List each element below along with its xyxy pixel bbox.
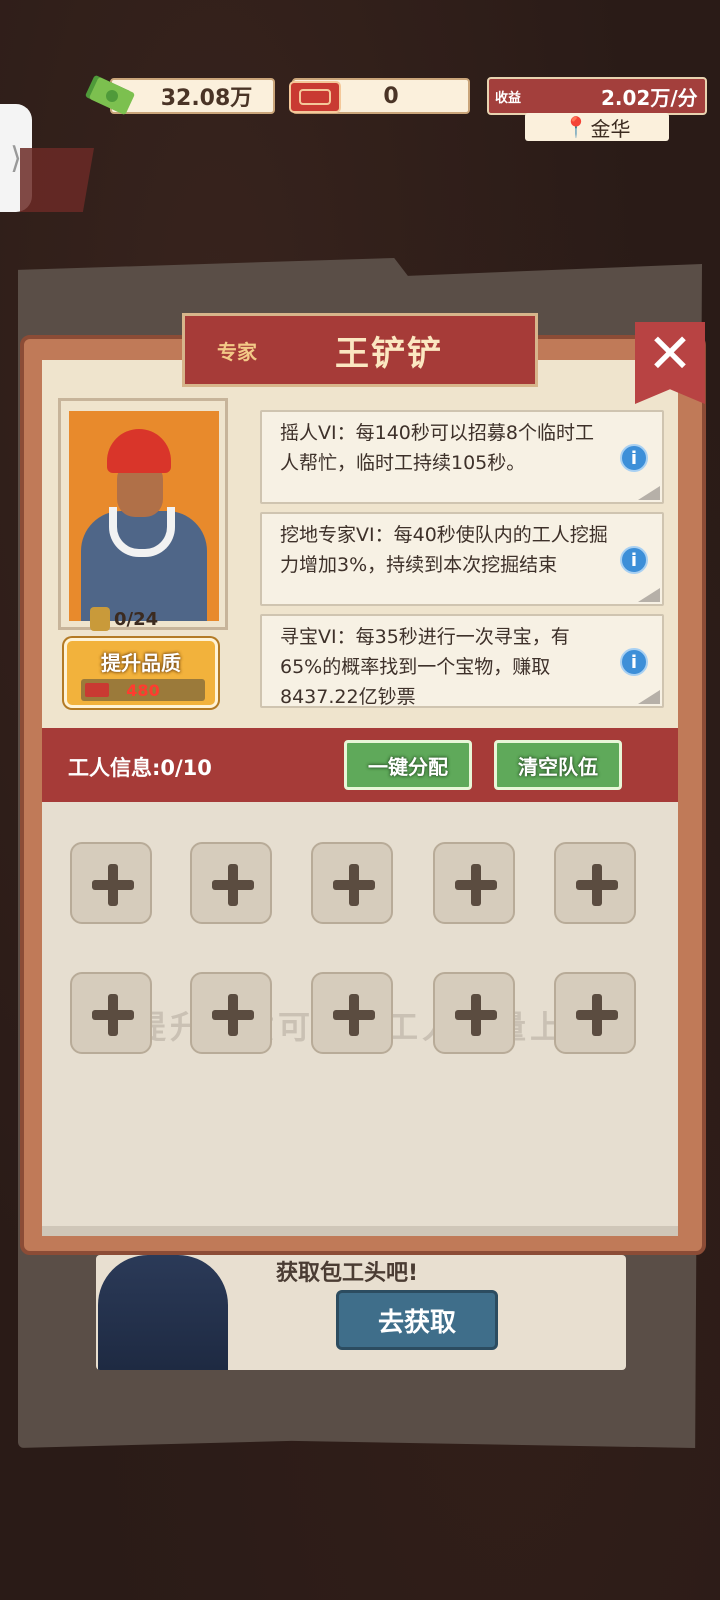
location-badge[interactable]: 📍 金华 <box>525 113 669 141</box>
foreman-illustration <box>98 1255 228 1370</box>
info-icon[interactable]: i <box>620 648 648 676</box>
skill-description: 挖地专家VI：每40秒使队内的工人挖掘力增加3%，持续到本次挖掘结束 <box>280 524 608 576</box>
skill-card: 挖地专家VI：每40秒使队内的工人挖掘力增加3%，持续到本次挖掘结束 i <box>260 512 664 606</box>
income-label: 收益 <box>495 90 522 106</box>
info-icon[interactable]: i <box>620 444 648 472</box>
worker-info-bar: 工人信息:0/10 一键分配 清空队伍 <box>42 728 678 802</box>
page-curl <box>638 486 660 500</box>
skill-description: 摇人VI：每140秒可以招募8个临时工人帮忙，临时工持续105秒。 <box>280 422 594 474</box>
add-worker-slot[interactable] <box>190 842 272 924</box>
income-panel: 收益 2.02万/分 <box>487 77 707 115</box>
add-worker-slot[interactable] <box>554 972 636 1054</box>
back-flag <box>20 148 94 212</box>
expert-name: 王铲铲 <box>335 333 443 374</box>
clear-team-button[interactable]: 清空队伍 <box>494 740 622 790</box>
expert-portrait <box>69 411 219 621</box>
upgrade-cost-value: 480 <box>126 680 160 700</box>
cash-icon <box>85 75 135 115</box>
add-worker-slot[interactable] <box>311 972 393 1054</box>
title-banner: 专家 王铲铲 <box>182 313 538 387</box>
shard-icon <box>90 607 110 631</box>
location-pin-icon: 📍 <box>563 115 589 139</box>
add-worker-slot[interactable] <box>311 842 393 924</box>
upgrade-quality-button[interactable]: 提升品质 480 <box>64 638 218 708</box>
worker-info: 工人信息:0/10 <box>68 756 212 780</box>
shard-count-value: 0/24 <box>114 608 159 630</box>
upgrade-cost: 480 <box>81 679 205 701</box>
income-value: 2.02万/分 <box>601 85 698 110</box>
upgrade-label: 提升品质 <box>101 651 181 675</box>
ticket-value: 0 <box>383 83 399 109</box>
skill-card: 摇人VI：每140秒可以招募8个临时工人帮忙，临时工持续105秒。 i <box>260 410 664 504</box>
modal-bottom-edge <box>42 1226 678 1236</box>
shard-count: 0/24 <box>90 606 190 632</box>
money-value: 32.08万 <box>160 86 253 111</box>
location-name: 金华 <box>590 116 631 141</box>
background-recruit-card: 获取包工头吧! 去获取 <box>96 1255 626 1370</box>
ticket-icon <box>289 81 341 113</box>
info-icon[interactable]: i <box>620 546 648 574</box>
skill-card: 寻宝VI：每35秒进行一次寻宝，有65%的概率找到一个宝物，赚取8437.22亿… <box>260 614 664 708</box>
page-curl <box>638 690 660 704</box>
add-worker-slot[interactable] <box>433 972 515 1054</box>
add-worker-slot[interactable] <box>190 972 272 1054</box>
add-worker-slot[interactable] <box>70 842 152 924</box>
hard-hat-icon <box>107 429 171 473</box>
add-worker-slot[interactable] <box>70 972 152 1054</box>
title-category: 专家 <box>217 339 257 364</box>
add-worker-slot[interactable] <box>433 842 515 924</box>
go-get-button[interactable]: 去获取 <box>336 1290 498 1350</box>
portrait-frame <box>58 398 228 630</box>
auto-assign-button[interactable]: 一键分配 <box>344 740 472 790</box>
recruit-prompt: 获取包工头吧! <box>276 1261 419 1286</box>
add-worker-slot[interactable] <box>554 842 636 924</box>
page-curl <box>638 588 660 602</box>
skill-description: 寻宝VI：每35秒进行一次寻宝，有65%的概率找到一个宝物，赚取8437.22亿… <box>280 626 570 708</box>
close-icon: ✕ <box>647 322 693 385</box>
ticket-icon <box>85 683 109 697</box>
